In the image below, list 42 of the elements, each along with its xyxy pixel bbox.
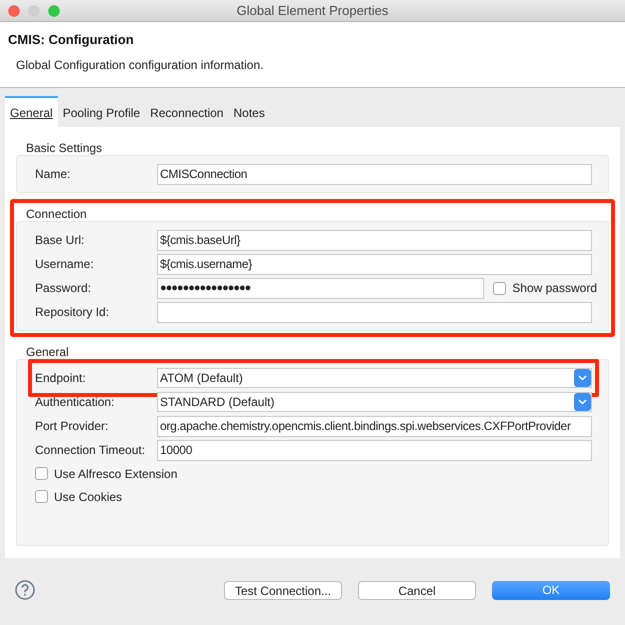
help-icon[interactable] [15,580,35,600]
minimize-icon[interactable] [28,4,40,16]
field-label: Port Provider: [35,418,110,435]
header-title: CMIS: Configuration [8,31,135,49]
field-label: Username: [35,256,95,273]
checkbox-label: Show password [512,280,597,297]
chevron-down-icon [574,393,591,411]
text-field[interactable]: ${cmis.username} [157,254,592,274]
dialog-button[interactable]: Test Connection... [224,580,342,600]
close-icon[interactable] [8,4,20,16]
dialog-button[interactable]: Cancel [358,580,476,600]
field-label: Repository Id: [35,304,110,321]
header-description: Global Configuration configuration information. [15,56,264,74]
text-field[interactable]: ${cmis.baseUrl} [157,230,592,250]
maximize-icon[interactable] [48,4,60,16]
password-field[interactable]: ●●●●●●●●●●●●●●●● [157,278,484,298]
text-field[interactable] [157,302,592,322]
tab[interactable]: General [5,96,58,127]
chevron-down-icon [574,369,591,387]
checkbox-label: Use Alfresco Extension [54,466,178,482]
window-title: Global Element Properties [236,2,390,20]
checkbox[interactable] [35,467,48,480]
field-label: Endpoint: [35,370,87,387]
text-field[interactable]: org.apache.chemistry.opencmis.client.bindings.spi.webservices.CXFPortProvider [157,416,592,436]
tab[interactable]: Reconnection [145,96,228,127]
text-field[interactable]: CMISConnection [157,164,592,184]
tab[interactable]: Pooling Profile [58,96,146,127]
checkbox[interactable] [493,282,506,294]
field-label: Authentication: [35,394,116,411]
select-field[interactable]: STANDARD (Default) [157,392,592,412]
text-field[interactable]: 10000 [157,440,592,460]
tab[interactable]: Notes [228,96,270,127]
field-label: Base Url: [35,232,86,249]
section-title: Connection [25,206,88,221]
checkbox[interactable] [35,490,48,503]
field-label: Connection Timeout: [35,442,146,459]
section-title: General [25,344,70,359]
checkbox-label: Use Cookies [54,488,122,506]
field-label: Name: [35,166,72,183]
section-title: Basic Settings [25,140,104,155]
select-field[interactable]: ATOM (Default) [157,368,592,388]
field-label: Password: [35,280,92,297]
